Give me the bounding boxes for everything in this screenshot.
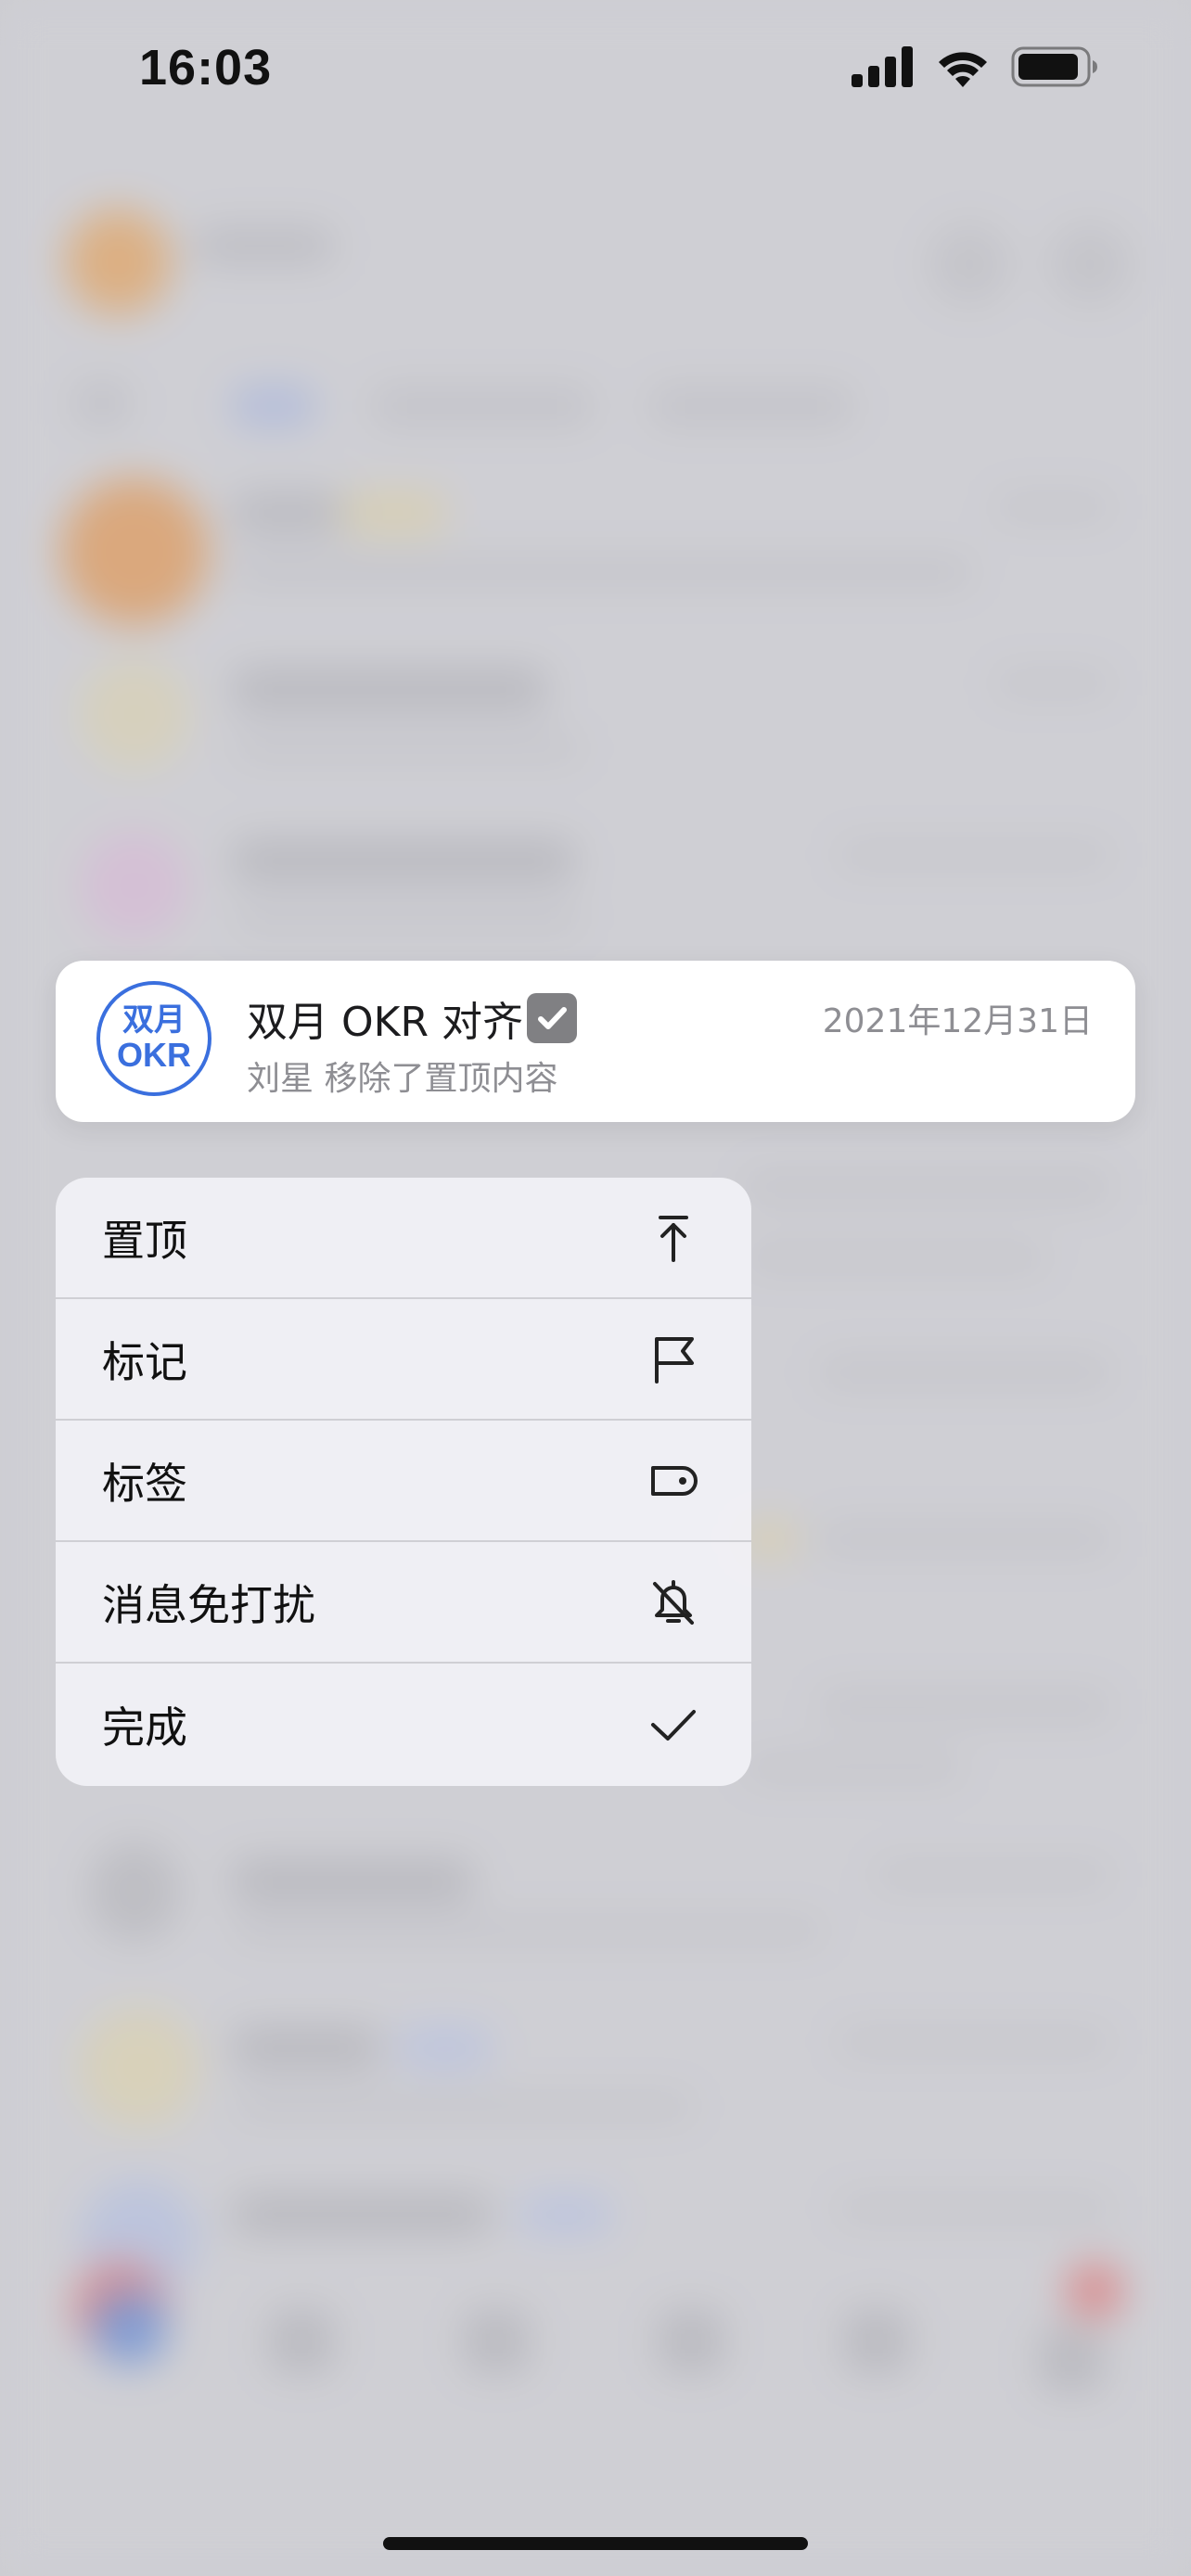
context-menu: 置顶 标记 标签 消息免打扰 完成 — [56, 1178, 751, 1786]
done-checkbox-icon — [527, 993, 578, 1043]
cellular-signal-icon — [852, 46, 915, 91]
status-time: 16:03 — [139, 40, 273, 96]
battery-icon — [1011, 46, 1098, 91]
bell-slash-icon — [647, 1576, 699, 1628]
avatar-line1: 双月 — [122, 1001, 186, 1039]
menu-item-label: 标签 — [102, 1458, 187, 1509]
menu-item-label: 消息免打扰 — [102, 1579, 315, 1630]
checkmark-icon — [647, 1699, 699, 1751]
menu-item-flag[interactable]: 标记 — [56, 1299, 751, 1421]
pin-top-icon — [647, 1212, 699, 1264]
tag-icon — [647, 1455, 699, 1507]
menu-item-label: 标记 — [102, 1336, 187, 1387]
menu-item-label: 完成 — [102, 1702, 187, 1753]
chat-last-message: 刘星 移除了置顶内容 — [247, 1060, 558, 1098]
wifi-icon — [935, 46, 991, 91]
chat-title-row: 双月 OKR 对齐 — [247, 988, 578, 1048]
avatar-line2: OKR — [117, 1035, 191, 1074]
chat-title: 双月 OKR 对齐 — [247, 999, 524, 1046]
status-icons — [852, 46, 1098, 91]
chat-preview-card[interactable]: 双月 OKR 双月 OKR 对齐 2021年12月31日 刘星 移除了置顶内容 — [56, 961, 1135, 1122]
group-avatar: 双月 OKR — [96, 981, 211, 1096]
menu-item-mute[interactable]: 消息免打扰 — [56, 1542, 751, 1664]
home-indicator[interactable] — [383, 2537, 808, 2550]
menu-item-done[interactable]: 完成 — [56, 1664, 751, 1786]
menu-item-tag[interactable]: 标签 — [56, 1421, 751, 1542]
flag-icon — [647, 1333, 699, 1385]
menu-item-pin[interactable]: 置顶 — [56, 1178, 751, 1299]
menu-item-label: 置顶 — [102, 1215, 187, 1266]
chat-date: 2021年12月31日 — [822, 1002, 1093, 1040]
